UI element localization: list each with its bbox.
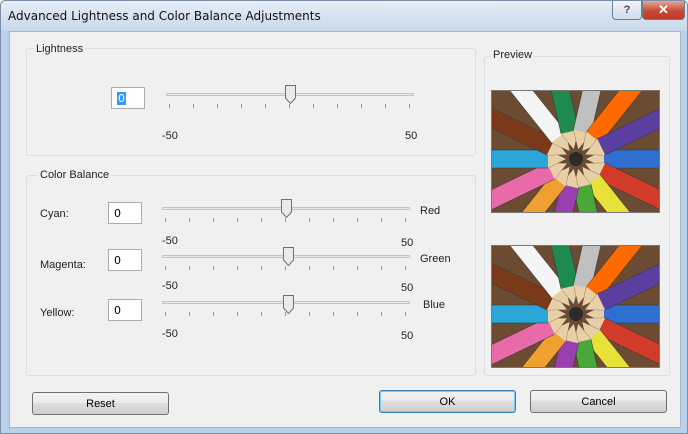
magenta-label: Magenta: [40,259,86,271]
slider-tick [309,266,310,270]
slider-tick [381,218,382,222]
help-button[interactable]: ? [612,1,642,20]
yellow-blue-input[interactable]: 0 [108,299,142,321]
slider-tick [309,218,310,222]
slider-tick [405,218,406,222]
magenta-green-slider-thumb[interactable] [283,247,294,266]
window-title: Advanced Lightness and Color Balance Adj… [8,9,321,23]
slider-tick [385,104,386,108]
slider-tick [189,266,190,270]
slider-tick [313,104,314,108]
slider-tick [309,312,310,316]
lightness-input-value: 0 [117,92,126,105]
lightness-max-label: 50 [405,130,418,142]
cyan-red-max-label: 50 [401,237,414,249]
dialog-window: Advanced Lightness and Color Balance Adj… [0,0,688,434]
magenta-green-input-value: 0 [114,254,121,267]
preview-image-adjusted [491,245,660,368]
slider-tick [165,266,166,270]
slider-tick [261,312,262,316]
slider-tick [213,218,214,222]
green-label: Green [420,253,451,265]
slider-tick [405,312,406,316]
magenta-green-max-label: 50 [401,282,414,294]
yellow-blue-min-label: -50 [162,328,178,340]
red-label: Red [420,205,441,217]
cyan-red-slider-thumb[interactable] [281,199,292,218]
ok-button[interactable]: OK [379,390,516,413]
yellow-label: Yellow: [40,307,75,319]
slider-tick [165,218,166,222]
slider-tick [285,218,286,222]
slider-tick [285,312,286,316]
cyan-red-input[interactable]: 0 [108,202,142,224]
color-balance-group [26,175,476,376]
lightness-min-label: -50 [162,130,178,142]
slider-tick [237,266,238,270]
slider-tick [189,312,190,316]
slider-tick [381,266,382,270]
slider-tick [189,218,190,222]
slider-tick [357,312,358,316]
colored-pencils-image [492,246,659,367]
lightness-slider-thumb[interactable] [285,85,296,104]
colored-pencils-image [492,91,659,212]
slider-tick [261,218,262,222]
slider-tick [381,312,382,316]
cancel-button-label: Cancel [581,395,616,408]
slider-tick [409,104,410,108]
lightness-group-label: Lightness [34,43,86,55]
slider-tick [357,218,358,222]
slider-tick [333,218,334,222]
slider-tick [265,104,266,108]
cancel-button[interactable]: Cancel [530,390,667,413]
slider-tick [213,266,214,270]
slider-tick [361,104,362,108]
slider-tick [333,266,334,270]
dialog-body: Lightness 0 -50 50 Color Balance Cyan: 0… [9,31,681,428]
slider-tick [237,312,238,316]
slider-tick [289,104,290,108]
close-icon: ✕ [658,2,669,17]
reset-button[interactable]: Reset [32,392,169,415]
slider-tick [165,312,166,316]
cyan-label: Cyan: [40,208,69,220]
slider-tick [169,104,170,108]
help-icon: ? [623,4,631,16]
yellow-blue-input-value: 0 [114,304,121,317]
lightness-input[interactable]: 0 [111,87,145,109]
slider-tick [333,312,334,316]
title-bar[interactable]: Advanced Lightness and Color Balance Adj… [1,1,687,31]
cyan-red-min-label: -50 [162,235,178,247]
ok-button-label: OK [439,395,456,408]
magenta-green-input[interactable]: 0 [108,249,142,271]
slider-tick [241,104,242,108]
yellow-blue-max-label: 50 [401,330,414,342]
magenta-green-min-label: -50 [162,280,178,292]
preview-group-label: Preview [491,49,535,61]
slider-tick [337,104,338,108]
slider-tick [405,266,406,270]
slider-tick [261,266,262,270]
slider-tick [213,312,214,316]
slider-tick [217,104,218,108]
slider-tick [193,104,194,108]
blue-label: Blue [423,299,446,311]
slider-tick [237,218,238,222]
slider-tick [285,266,286,270]
preview-image-original [491,90,660,213]
close-button[interactable]: ✕ [642,1,685,20]
cyan-red-input-value: 0 [114,207,121,220]
slider-tick [357,266,358,270]
color-balance-group-label: Color Balance [38,169,112,181]
reset-button-label: Reset [86,397,115,410]
